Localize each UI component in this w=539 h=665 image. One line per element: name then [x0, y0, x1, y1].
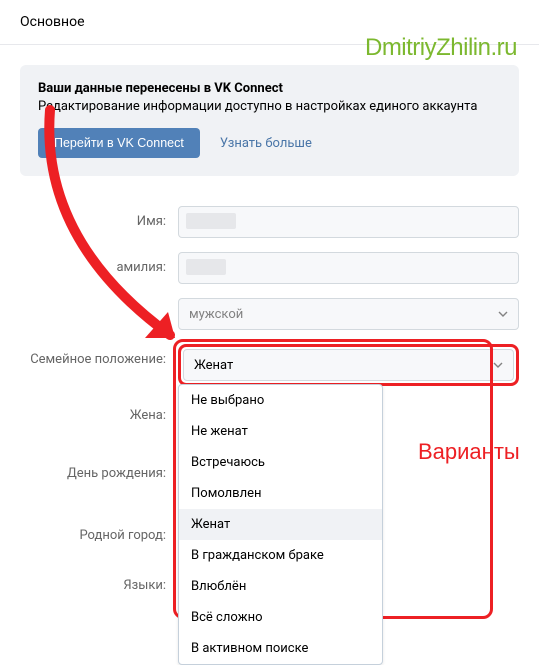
profile-form: Имя: амилия: мужской Семейное положение:	[0, 206, 539, 627]
marital-dropdown: Не выбрано Не женат Встречаюсь Помолвлен…	[178, 384, 383, 665]
wife-label: Жена:	[20, 400, 178, 423]
gender-label	[20, 298, 178, 306]
chevron-down-icon	[498, 311, 508, 317]
surname-input[interactable]	[178, 252, 519, 284]
gender-select[interactable]: мужской	[178, 298, 519, 330]
go-vk-connect-button[interactable]: Перейти в VK Connect	[38, 128, 200, 158]
marital-option[interactable]: Не выбрано	[179, 385, 382, 416]
name-label: Имя:	[20, 206, 178, 229]
vk-connect-notice: Ваши данные перенесены в VK Connect Реда…	[20, 65, 519, 176]
gender-value: мужской	[189, 307, 243, 322]
redacted-block	[186, 213, 236, 229]
surname-label: амилия:	[20, 252, 178, 275]
marital-option[interactable]: Всё сложно	[179, 602, 382, 633]
notice-title: Ваши данные перенесены в VK Connect	[38, 81, 501, 96]
marital-highlight: Женат	[178, 344, 519, 386]
marital-label: Семейное положение:	[20, 344, 178, 367]
marital-option[interactable]: В активном поиске	[179, 633, 382, 664]
marital-value: Женат	[194, 358, 233, 373]
marital-option[interactable]: Женат	[179, 509, 382, 540]
learn-more-link[interactable]: Узнать больше	[220, 136, 312, 151]
notice-desc: Редактирование информации доступно в нас…	[38, 99, 501, 114]
marital-option[interactable]: Влюблён	[179, 571, 382, 602]
marital-option[interactable]: Не женат	[179, 416, 382, 447]
watermark-text: DmitriyZhilin.ru	[365, 34, 517, 62]
chevron-down-icon	[493, 362, 503, 368]
marital-option[interactable]: Встречаюсь	[179, 447, 382, 478]
marital-option[interactable]: Помолвлен	[179, 478, 382, 509]
marital-select[interactable]: Женат	[183, 349, 514, 381]
redacted-block	[186, 259, 226, 275]
birthday-label: День рождения:	[20, 458, 178, 481]
hometown-label: Родной город:	[20, 520, 178, 543]
marital-option[interactable]: В гражданском браке	[179, 540, 382, 571]
languages-label: Языки:	[20, 570, 178, 593]
